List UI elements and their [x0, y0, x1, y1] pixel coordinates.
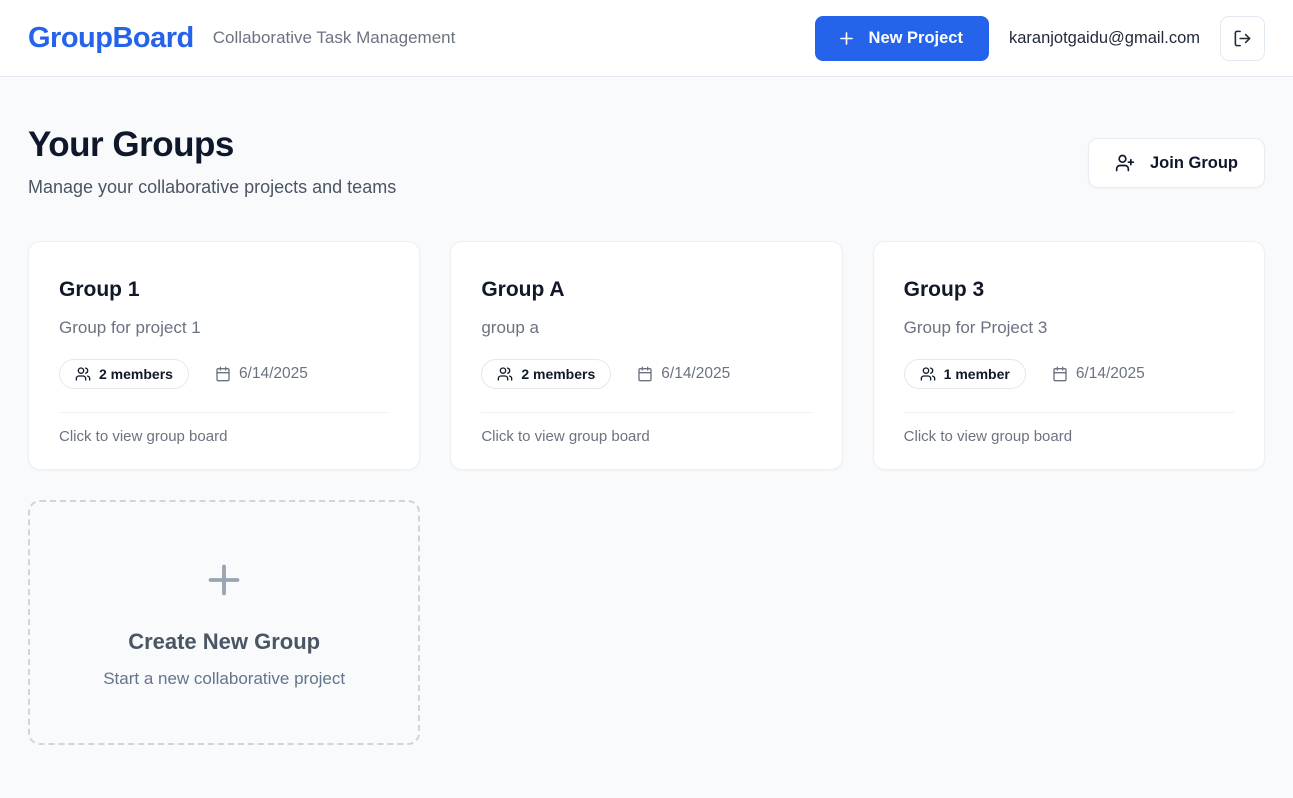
card-divider	[481, 412, 812, 413]
users-icon	[497, 366, 513, 382]
group-date-value: 6/14/2025	[1075, 365, 1145, 382]
groups-grid: Group 1 Group for project 1 2 members 6/…	[28, 241, 1265, 745]
plus-icon	[201, 557, 247, 603]
group-card[interactable]: Group 3 Group for Project 3 1 member 6/1…	[872, 241, 1265, 470]
group-card[interactable]: Group 1 Group for project 1 2 members 6/…	[28, 241, 421, 470]
group-name: Group 3	[903, 278, 985, 301]
page-head-text: Your Groups Manage your collaborative pr…	[28, 125, 396, 198]
group-footer-hint: Click to view group board	[481, 428, 650, 445]
new-project-label: New Project	[868, 28, 963, 47]
group-description: Group for project 1	[59, 318, 201, 337]
calendar-icon	[215, 366, 231, 382]
group-footer-hint: Click to view group board	[903, 428, 1073, 445]
group-date-value: 6/14/2025	[661, 365, 731, 382]
app-logo: GroupBoard	[28, 21, 194, 54]
group-name: Group 1	[59, 278, 140, 301]
calendar-icon	[1052, 366, 1068, 382]
group-description: group a	[481, 318, 539, 337]
log-out-icon	[1233, 29, 1252, 48]
join-group-button[interactable]: Join Group	[1088, 138, 1265, 188]
page-title: Your Groups	[28, 125, 234, 164]
group-meta: 2 members 6/14/2025	[59, 359, 389, 389]
users-icon	[920, 366, 936, 382]
main-content: Your Groups Manage your collaborative pr…	[0, 77, 1293, 745]
group-meta: 1 member 6/14/2025	[903, 359, 1234, 389]
calendar-icon	[637, 366, 653, 382]
group-name: Group A	[481, 278, 565, 301]
plus-icon	[837, 29, 856, 48]
logout-button[interactable]	[1220, 15, 1265, 61]
new-project-button[interactable]: New Project	[814, 15, 989, 61]
members-badge: 2 members	[481, 359, 612, 389]
header-actions: New Project karanjotgaidu@gmail.com	[814, 15, 1265, 61]
group-date-value: 6/14/2025	[238, 365, 308, 382]
user-plus-icon	[1115, 153, 1135, 173]
members-badge: 2 members	[59, 359, 189, 389]
group-meta: 2 members 6/14/2025	[481, 359, 811, 389]
members-count: 1 member	[943, 366, 1010, 382]
page-subtitle: Manage your collaborative projects and t…	[28, 177, 397, 197]
card-divider	[903, 412, 1234, 413]
group-card[interactable]: Group A group a 2 members 6/14/2025 Clic…	[450, 241, 843, 470]
users-icon	[75, 366, 91, 382]
group-date: 6/14/2025	[637, 365, 730, 383]
app-tagline: Collaborative Task Management	[212, 28, 456, 47]
group-footer-hint: Click to view group board	[59, 428, 228, 445]
create-group-title: Create New Group	[128, 628, 321, 654]
create-new-group-card[interactable]: Create New Group Start a new collaborati…	[28, 500, 421, 745]
members-count: 2 members	[99, 366, 173, 382]
join-group-label: Join Group	[1150, 153, 1238, 172]
group-description: Group for Project 3	[903, 318, 1048, 337]
user-email: karanjotgaidu@gmail.com	[1008, 28, 1200, 47]
group-date: 6/14/2025	[215, 365, 308, 383]
create-group-subtitle: Start a new collaborative project	[103, 668, 346, 688]
group-date: 6/14/2025	[1052, 365, 1145, 383]
page-head: Your Groups Manage your collaborative pr…	[28, 125, 1265, 198]
card-divider	[59, 412, 390, 413]
members-badge: 1 member	[903, 359, 1026, 389]
members-count: 2 members	[521, 366, 596, 382]
app-header: GroupBoard Collaborative Task Management…	[0, 0, 1293, 77]
